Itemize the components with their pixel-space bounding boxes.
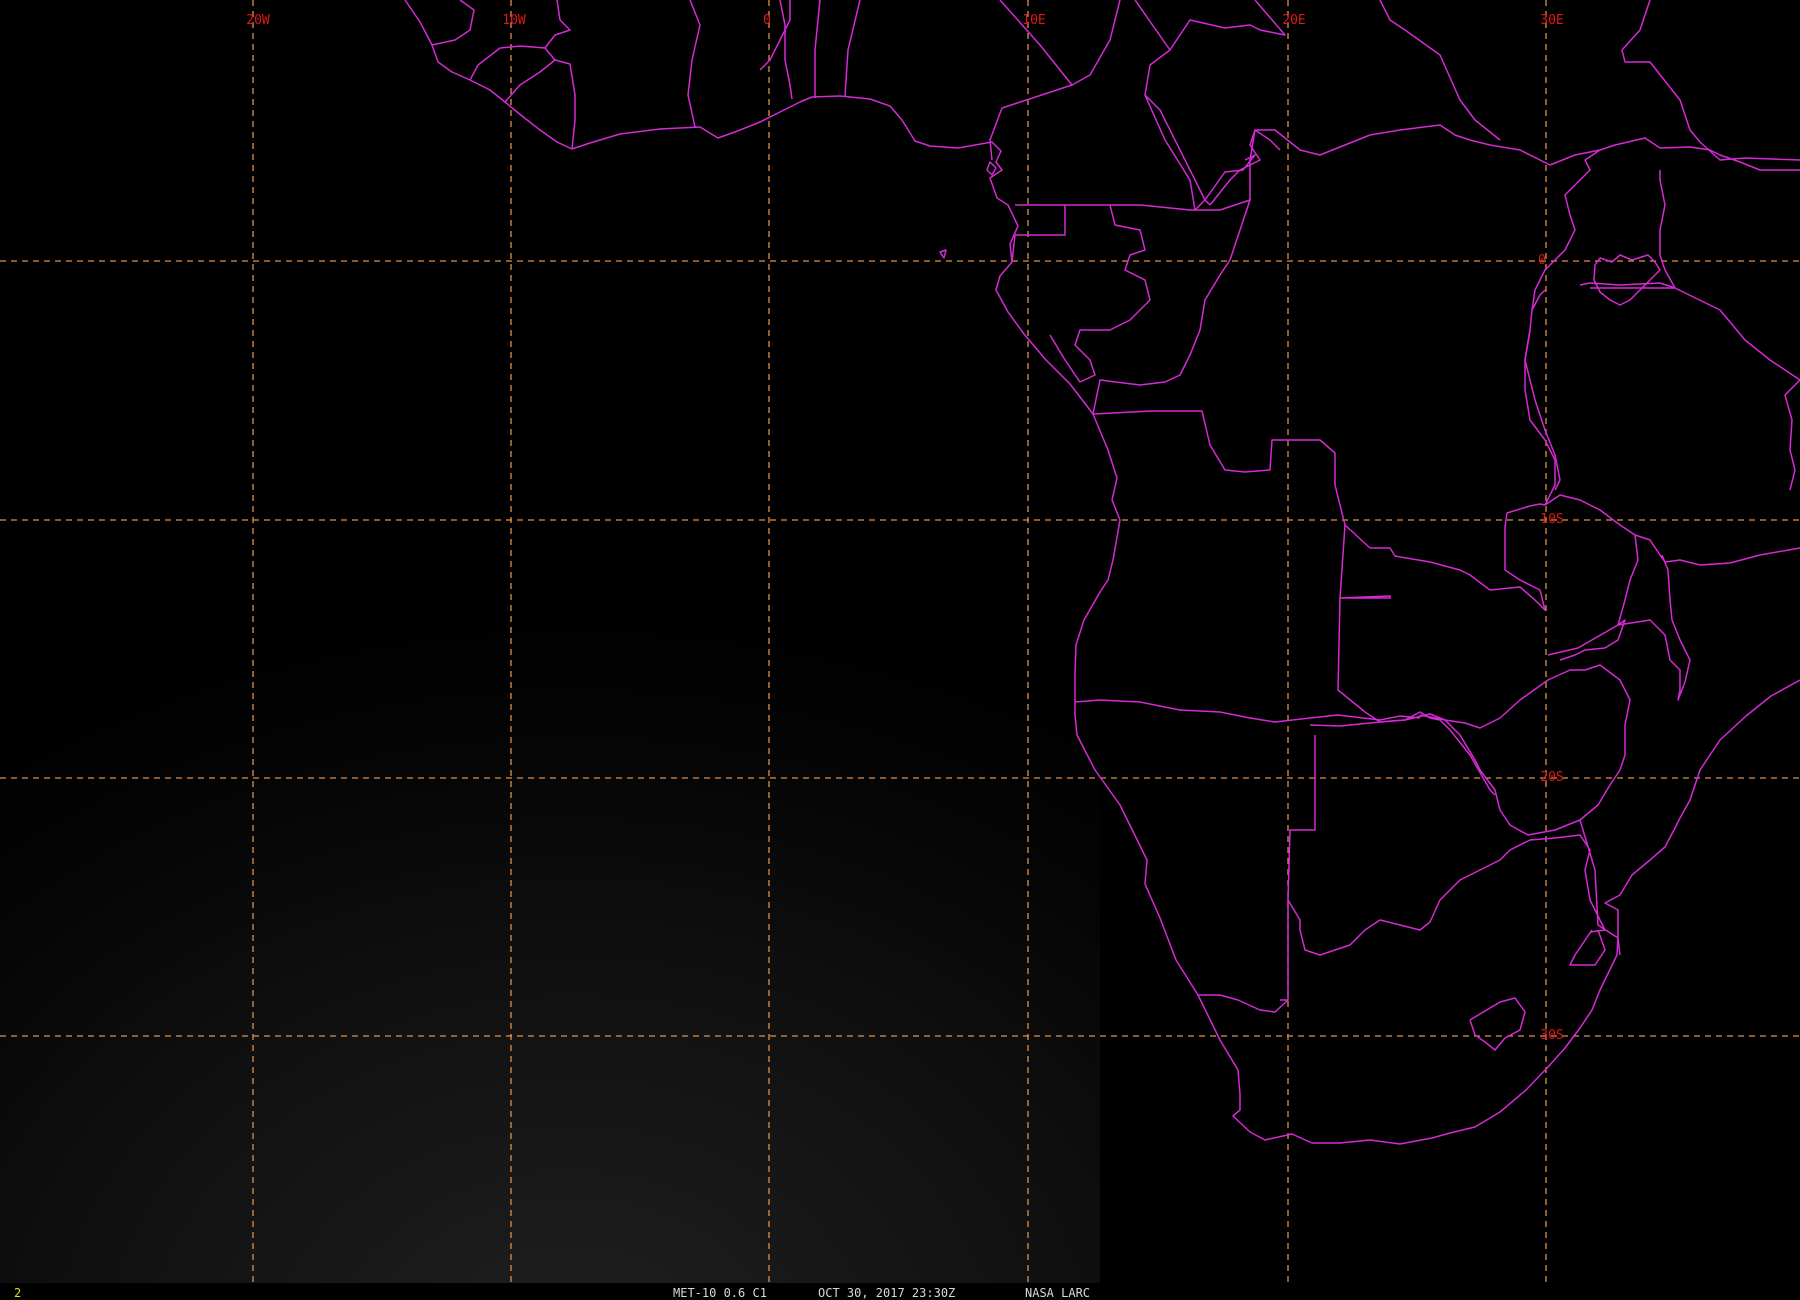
lon-label-0: 0 [763, 13, 771, 28]
lat-label-30s: 30S [1540, 1028, 1563, 1043]
frame-number: 2 [14, 1286, 21, 1300]
lon-label-10w: 10W [502, 13, 526, 28]
sensor-label: MET-10 0.6 C1 [673, 1286, 767, 1300]
lat-label-0: 0 [1538, 253, 1546, 268]
sunglint-haze [0, 440, 1100, 1290]
lat-label-20s: 20S [1540, 770, 1563, 785]
lon-label-20e: 20E [1282, 13, 1305, 28]
lon-label-10e: 10E [1022, 13, 1045, 28]
satellite-map: 20W 10W 0 10E 20E 30E 0 10S 20S 30S 2 ME… [0, 0, 1800, 1300]
source-label: NASA LARC [1025, 1286, 1090, 1300]
datetime-label: OCT 30, 2017 23:30Z [818, 1286, 955, 1300]
lon-label-20w: 20W [246, 13, 270, 28]
status-bar: 2 MET-10 0.6 C1 OCT 30, 2017 23:30Z NASA… [0, 1283, 1800, 1300]
lon-label-30e: 30E [1540, 13, 1563, 28]
lat-label-10s: 10S [1540, 512, 1563, 527]
